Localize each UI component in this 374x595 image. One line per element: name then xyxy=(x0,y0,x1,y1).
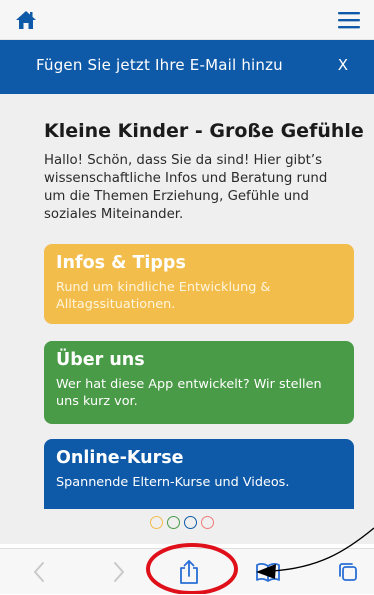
page-title: Kleine Kinder - Große Gefühle xyxy=(44,120,364,142)
page-dot[interactable] xyxy=(201,516,214,529)
back-button[interactable] xyxy=(24,549,54,595)
home-icon xyxy=(16,11,36,29)
infos-tipps-card[interactable]: Infos & Tipps Rund um kindliche Entwickl… xyxy=(44,244,354,324)
ueber-uns-card[interactable]: Über uns Wer hat diese App entwickelt? W… xyxy=(44,341,354,424)
hamburger-menu-icon xyxy=(338,12,360,29)
intro-text: Hallo! Schön, dass Sie da sind! Hier gib… xyxy=(44,153,328,222)
share-icon xyxy=(180,560,198,584)
page-dot[interactable] xyxy=(150,516,163,529)
forward-button[interactable] xyxy=(104,549,134,595)
card-description: Spannende Eltern-Kurse und Videos. xyxy=(56,475,290,490)
email-banner-text[interactable]: Fügen Sie jetzt Ihre E-Mail hinzu xyxy=(36,56,283,74)
back-chevron-icon xyxy=(34,562,44,582)
bookmarks-button[interactable] xyxy=(252,549,284,595)
tabs-button[interactable] xyxy=(334,549,362,595)
bookmarks-icon xyxy=(256,563,280,582)
page-dot[interactable] xyxy=(167,516,180,529)
browser-toolbar xyxy=(0,548,374,594)
menu-button[interactable] xyxy=(338,11,360,29)
main-content: Kleine Kinder - Große Gefühle Hallo! Sch… xyxy=(0,94,374,544)
share-button[interactable] xyxy=(174,549,204,595)
card-description: Wer hat diese App entwickelt? Wir stelle… xyxy=(56,377,322,409)
app-top-bar xyxy=(0,0,374,40)
email-banner[interactable]: Fügen Sie jetzt Ihre E-Mail hinzu X xyxy=(0,40,374,94)
page-indicator xyxy=(150,516,214,532)
home-button[interactable] xyxy=(14,9,38,31)
tabs-icon xyxy=(339,563,357,581)
card-title: Über uns xyxy=(56,350,145,370)
card-description: Rund um kindliche Entwicklung & Alltagss… xyxy=(56,280,271,312)
card-title: Infos & Tipps xyxy=(56,253,186,273)
online-kurse-card[interactable]: Online-Kurse Spannende Eltern-Kurse und … xyxy=(44,439,354,509)
card-title: Online-Kurse xyxy=(56,448,184,468)
page-dot[interactable] xyxy=(184,516,197,529)
banner-close-button[interactable]: X xyxy=(338,56,348,74)
forward-chevron-icon xyxy=(114,562,124,582)
